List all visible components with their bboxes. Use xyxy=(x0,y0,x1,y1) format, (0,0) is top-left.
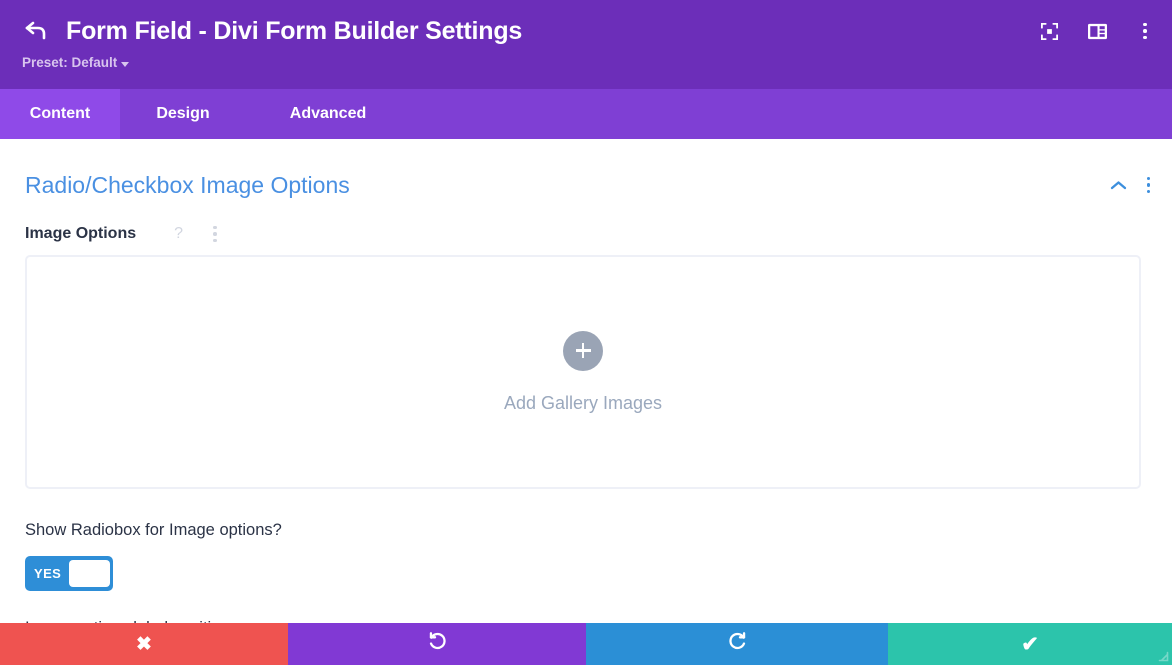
image-options-label-row: Image Options ? xyxy=(0,201,1172,245)
kebab-dots xyxy=(213,225,217,243)
tab-design[interactable]: Design xyxy=(120,89,246,139)
checkmark-icon: ✔ xyxy=(1021,632,1039,656)
add-gallery-images-dropzone[interactable]: Add Gallery Images xyxy=(25,255,1141,489)
tab-advanced[interactable]: Advanced xyxy=(246,89,410,139)
redo-arrow-icon xyxy=(727,631,748,657)
section-overflow-menu[interactable] xyxy=(1146,176,1150,194)
header-title-row: Form Field - Divi Form Builder Settings xyxy=(22,14,1150,48)
resize-grip-icon[interactable] xyxy=(1155,648,1169,662)
close-x-icon: ✖ xyxy=(136,633,152,655)
section-tools xyxy=(1109,175,1157,195)
kebab-dots xyxy=(1146,176,1150,194)
save-button[interactable]: ✔ xyxy=(888,623,1172,665)
divi-settings-modal: Form Field - Divi Form Builder Settings … xyxy=(0,0,1172,665)
settings-tabs: Content Design Advanced xyxy=(0,89,1172,139)
chevron-down-icon xyxy=(121,61,130,67)
tab-content-label: Content xyxy=(29,105,91,122)
kebab-dots xyxy=(1143,22,1147,40)
cancel-button[interactable]: ✖ xyxy=(0,623,288,665)
radiobox-toggle-switch[interactable]: YES xyxy=(25,556,113,591)
modal-footer-actions: ✖ ✔ xyxy=(0,623,1172,665)
chevron-up-icon[interactable] xyxy=(1109,175,1129,195)
radiobox-toggle-question: Show Radiobox for Image options? xyxy=(25,521,282,539)
modal-header: Form Field - Divi Form Builder Settings … xyxy=(0,0,1172,89)
kebab-menu-icon[interactable] xyxy=(1132,18,1158,44)
panel-layout-icon[interactable] xyxy=(1084,18,1110,44)
tab-design-label: Design xyxy=(156,105,210,122)
image-options-label: Image Options xyxy=(25,225,137,242)
page-title: Form Field - Divi Form Builder Settings xyxy=(66,17,523,45)
undo-arrow-icon xyxy=(427,631,448,657)
undo-button[interactable] xyxy=(288,623,586,665)
redo-button[interactable] xyxy=(586,623,888,665)
section-header: Radio/Checkbox Image Options xyxy=(0,139,1172,201)
settings-body: Radio/Checkbox Image Options Image Optio… xyxy=(0,139,1172,665)
focus-target-icon[interactable] xyxy=(1036,18,1062,44)
radiobox-toggle-value: YES xyxy=(34,566,62,581)
question-mark-icon[interactable]: ? xyxy=(156,226,183,242)
back-arrow-icon[interactable] xyxy=(22,18,48,44)
tab-advanced-label: Advanced xyxy=(289,105,367,122)
preset-label: Preset: Default xyxy=(22,55,118,70)
header-actions xyxy=(1036,18,1158,44)
section-title: Radio/Checkbox Image Options xyxy=(25,172,350,198)
image-options-overflow-menu[interactable] xyxy=(203,225,217,243)
toggle-knob xyxy=(69,560,111,587)
add-gallery-images-label: Add Gallery Images xyxy=(503,392,663,413)
plus-icon[interactable] xyxy=(563,330,603,371)
radiobox-toggle-block: Show Radiobox for Image options? YES xyxy=(0,489,1172,591)
preset-selector[interactable]: Preset: Default xyxy=(22,55,130,71)
tab-content[interactable]: Content xyxy=(0,89,120,139)
